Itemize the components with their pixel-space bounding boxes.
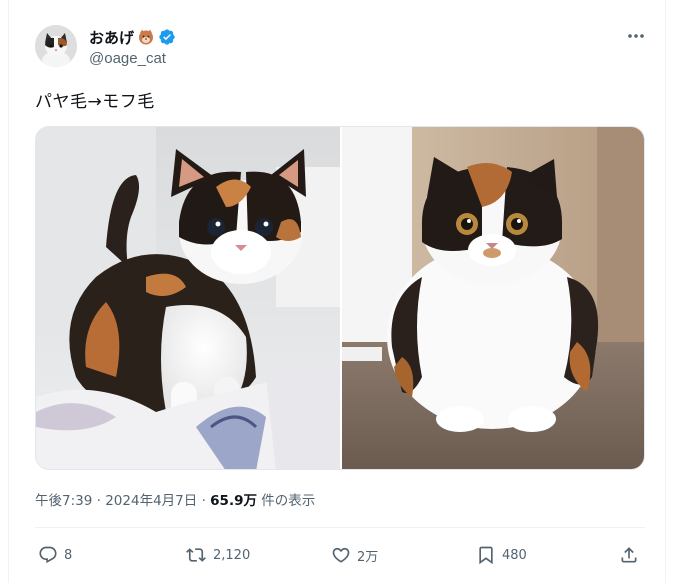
retweet-count: 2,120 xyxy=(213,547,251,563)
like-button[interactable]: 2万 xyxy=(331,540,378,570)
verified-badge-icon xyxy=(158,28,176,46)
view-count: 65.9万 xyxy=(210,493,257,509)
more-options-button[interactable] xyxy=(623,27,649,45)
view-count-suffix: 件の表示 xyxy=(261,493,316,509)
bookmark-count: 480 xyxy=(502,547,527,563)
tweet-media[interactable] xyxy=(35,126,645,470)
reply-icon xyxy=(39,546,57,564)
tweet-meta: 午後7:39 · 2024年4月7日 · 65.9万 件の表示 xyxy=(35,489,315,509)
tweet-date[interactable]: 2024年4月7日 xyxy=(105,493,197,509)
meta-separator-2: · xyxy=(201,493,206,509)
heart-icon xyxy=(332,547,350,563)
tweet-card: おあげ @oage_cat パヤ毛→モフ毛 午後7:39 · 2024年4月7日… xyxy=(0,0,680,583)
author-handle[interactable]: @oage_cat xyxy=(89,50,166,67)
share-icon xyxy=(621,547,637,563)
meta-separator: · xyxy=(96,493,101,509)
avatar[interactable] xyxy=(35,25,77,67)
bookmark-button[interactable]: 480 xyxy=(476,540,527,570)
calico-kitten-photo[interactable] xyxy=(36,127,340,469)
bookmark-icon xyxy=(479,546,493,565)
divider-top xyxy=(35,527,645,528)
retweet-icon xyxy=(186,548,206,562)
share-button[interactable] xyxy=(619,540,639,570)
reply-button[interactable]: 8 xyxy=(38,540,72,570)
more-dots-icon xyxy=(628,34,644,38)
like-count: 2万 xyxy=(357,549,379,565)
tweet-time[interactable]: 午後7:39 xyxy=(35,493,92,509)
kitsune-face-emoji-icon xyxy=(138,29,154,45)
author-name-row[interactable]: おあげ xyxy=(89,27,176,47)
retweet-button[interactable]: 2,120 xyxy=(185,540,250,570)
author-display-name[interactable]: おあげ xyxy=(89,27,134,48)
fluffy-calico-cat-photo[interactable] xyxy=(342,127,644,469)
action-bar: 8 2,120 2万 480 xyxy=(35,540,645,570)
calico-cat-avatar-icon xyxy=(35,25,77,67)
reply-count: 8 xyxy=(64,547,73,563)
tweet-text: パヤ毛→モフ毛 xyxy=(35,92,155,112)
